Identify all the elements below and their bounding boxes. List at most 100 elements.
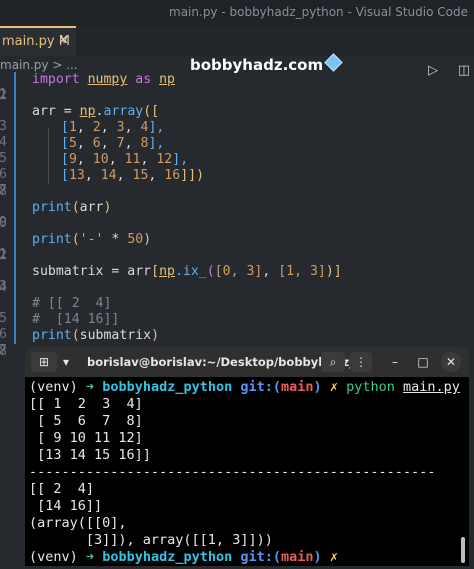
variable: arr [127,264,152,279]
argument: submatrix [79,328,152,343]
separator: , [100,120,117,135]
line-number: 4 [0,280,7,295]
git-change-marker [14,184,16,200]
number: 2 [92,120,101,135]
function-name: print [32,200,72,215]
title-bar: main.py - bobbyhadz_python - Visual Stud… [0,0,474,26]
function-name: print [32,232,72,247]
line-number: 2 [0,88,7,103]
output-line: [ 9 10 11 12] [29,430,143,446]
close-icon[interactable]: ✕ [441,352,461,372]
terminal-output[interactable]: (venv) ➜ bobbyhadz_python git:(main) ✗ p… [29,379,465,566]
git-change-marker [14,280,16,296]
variable: arr [32,104,56,119]
bracket: )] [325,264,342,279]
number: 50 [127,232,144,247]
terminal-header: ⊞ ▾ borislav@borislav:~/Desktop/bobbyhad… [25,347,469,377]
number: 10 [92,152,109,167]
line-number: 8 [0,184,7,199]
minimize-icon[interactable]: – [385,352,405,372]
chevron-down-icon[interactable]: ▾ [58,352,74,372]
function-name: print [32,328,72,343]
separator: , [148,168,165,183]
terminal-scrollbar[interactable] [461,537,465,563]
cube-icon [324,53,343,72]
module-alias: np [159,264,175,279]
code-line: 1 import numpy as np [0,72,474,102]
bracket: ) [103,200,112,215]
git-label: ) [313,549,322,565]
separator: , [262,264,279,279]
git-change-marker [14,328,16,344]
list-literal: [1, 3] [278,264,326,279]
dot: . [95,104,104,119]
bracket: [ [151,264,160,279]
tab-main-py[interactable]: main.py M ✕ [0,26,76,56]
function-name: array [103,104,144,119]
bracket: ]]) [180,168,205,183]
git-change-marker [14,312,16,328]
code-line: 3 arr = np.array([ [0,104,474,134]
git-change-marker [14,216,16,232]
maximize-icon[interactable]: □ [413,352,433,372]
prompt-line: (venv) ➜ bobbyhadz_python git:(main) ✗ p… [29,379,465,396]
dirty-icon: ✗ [329,379,338,395]
line-number: 8 [0,344,7,359]
prompt-line: (venv) ➜ bobbyhadz_python git:(main) ✗ [29,549,465,566]
separator: , [76,152,93,167]
list-literal: [0, 3] [214,264,263,279]
separator: , [124,136,141,151]
git-change-marker [14,104,16,120]
function-name: .ix_ [174,264,207,279]
window-title: main.py - bobbyhadz_python - Visual Stud… [169,5,468,19]
venv-label: (venv) [29,379,86,395]
git-change-marker [14,136,16,152]
code-line: 7 print(submatrix) [0,328,474,358]
bracket: ( [206,264,215,279]
bracket: ([ [143,104,160,119]
string: '-' [79,232,104,247]
separator: , [124,120,141,135]
bracket: [ [61,152,69,167]
new-tab-icon[interactable]: ⊞ [31,352,57,372]
code-line: 9 print(arr) [0,200,474,230]
separator: , [84,168,101,183]
operator: = [55,104,80,119]
branch-name: main [281,549,314,565]
output-line: [14 16]] [29,498,103,514]
menu-icon[interactable]: ⋮ [350,352,372,372]
git-label: git:( [240,549,282,565]
terminal-window[interactable]: ⊞ ▾ borislav@borislav:~/Desktop/bobbyhad… [25,347,469,566]
module-alias: np [159,72,175,87]
git-change-marker [14,248,16,264]
bracket: ], [148,120,165,135]
git-change-marker [14,152,16,168]
number: 6 [92,136,101,151]
git-change-marker [14,168,16,184]
branch-name: main [281,379,314,395]
close-icon[interactable]: ✕ [58,33,69,48]
git-change-marker [14,72,16,88]
git-change-marker [14,296,16,312]
output-line: [13 14 15 16]] [29,447,151,463]
number: 15 [132,168,149,183]
bracket: ) [143,232,152,247]
git-label: git:( [240,379,282,395]
bracket: [ [61,120,69,135]
bracket: [ [61,168,69,183]
search-icon[interactable]: ⌕ [321,352,345,372]
number: 11 [124,152,141,167]
code-line: 6 [9, 10, 11, 12], [0,152,474,182]
arrow-icon: ➜ [85,549,95,565]
bracket: ], [148,136,165,151]
comment: # [14 16]] [32,312,120,327]
output-line: ----------------------------------------… [29,464,436,480]
operator: * [103,232,128,247]
operator: = [103,264,128,279]
separator: , [140,152,157,167]
code-line: 1 print('-' * 50) [0,232,474,262]
number: 13 [68,168,85,183]
number: 7 [116,136,125,151]
bracket: [ [61,136,69,151]
breadcrumb[interactable]: main.py > ... [0,58,78,72]
